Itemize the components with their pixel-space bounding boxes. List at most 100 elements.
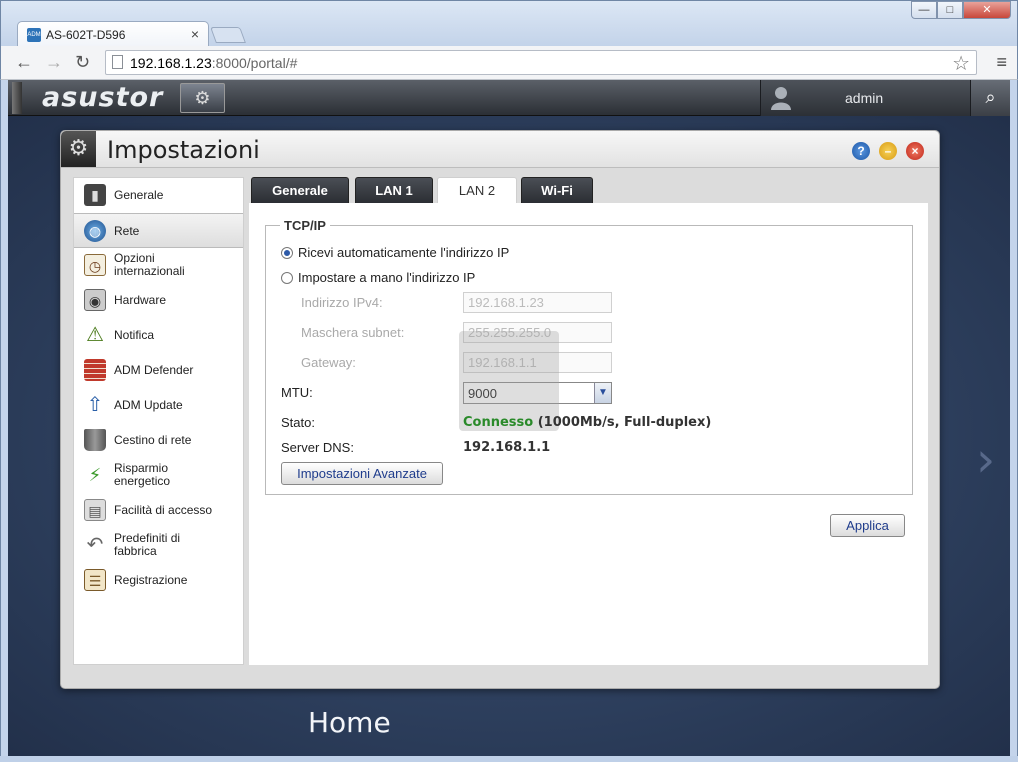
desktop-home-label: Home	[308, 706, 391, 739]
back-arrow-icon[interactable]: ←	[15, 52, 33, 73]
radio-auto-ip[interactable]: Ricevi automaticamente l'indirizzo IP	[281, 245, 509, 260]
dns-label: Server DNS:	[281, 440, 354, 455]
window-controls: — □ ✕	[911, 1, 1011, 19]
sidebar-item-notifica[interactable]: ⚠ Notifica	[74, 318, 243, 353]
sidebar-item-label: Registrazione	[114, 573, 188, 587]
sidebar-item-opzioni-internazionali[interactable]: ◷ Opzioni internazionali	[74, 248, 243, 283]
clipboard-icon: ☰	[84, 569, 106, 591]
forward-arrow-icon[interactable]: →	[45, 52, 63, 73]
address-bar[interactable]: 192.168.1.23:8000/portal/# ☆	[105, 50, 977, 75]
taskbar-grip	[12, 82, 22, 114]
user-menu[interactable]: admin	[760, 80, 970, 116]
ipv4-label: Indirizzo IPv4:	[301, 295, 383, 310]
calendar-clock-icon: ◷	[84, 254, 106, 276]
window-maximize-button[interactable]: □	[937, 1, 963, 19]
radio-button-checked[interactable]	[281, 247, 293, 259]
dns-value: 192.168.1.1	[463, 440, 551, 455]
minimize-icon[interactable]: –	[879, 142, 897, 160]
tab-close-icon[interactable]: ×	[191, 26, 199, 42]
browser-tab-title: AS-602T-D596	[46, 28, 126, 42]
printer-icon: ▤	[84, 499, 106, 521]
apply-button[interactable]: Applica	[830, 514, 905, 537]
advanced-settings-button[interactable]: Impostazioni Avanzate	[281, 462, 443, 485]
sidebar-item-label: Rete	[114, 224, 140, 238]
settings-window: ⚙ Impostazioni ? – × ▮ Generale ◍ Rete ◷…	[60, 130, 940, 689]
update-arrow-icon: ⇧	[86, 394, 104, 416]
browser-toolbar: ← → ↻ 192.168.1.23:8000/portal/# ☆ ≡	[0, 46, 1018, 80]
sidebar-item-label: Hardware	[114, 293, 167, 307]
ipv4-field[interactable]: 192.168.1.23	[463, 292, 612, 313]
settings-window-title: Impostazioni	[107, 136, 260, 164]
subnet-label: Maschera subnet:	[301, 325, 405, 340]
sidebar-item-generale[interactable]: ▮ Generale	[74, 178, 243, 213]
window-frame-bottom	[0, 756, 1018, 762]
sidebar-item-label: Predefiniti di fabbrica	[114, 531, 181, 558]
new-tab-button[interactable]	[210, 27, 246, 43]
radio-manual-ip[interactable]: Impostare a mano l'indirizzo IP	[281, 270, 475, 285]
sidebar-item-label: Generale	[114, 188, 164, 202]
sidebar-item-risparmio-energetico[interactable]: ⚡ Risparmio energetico	[74, 458, 243, 493]
globe-icon: ◍	[84, 220, 106, 242]
sidebar-item-label: ADM Update	[114, 398, 183, 412]
browser-tab[interactable]: ADM AS-602T-D596 ×	[17, 21, 209, 47]
close-icon[interactable]: ×	[906, 142, 924, 160]
sidebar-item-adm-defender[interactable]: ADM Defender	[74, 353, 243, 388]
lightning-icon: ⚡	[88, 465, 102, 485]
sidebar-item-hardware[interactable]: ◉ Hardware	[74, 283, 243, 318]
page-icon	[112, 55, 123, 69]
browser-titlebar: ADM AS-602T-D596 × — □ ✕	[0, 0, 1018, 47]
status-label: Stato:	[281, 415, 315, 430]
sidebar-item-rete[interactable]: ◍ Rete	[74, 213, 243, 248]
window-frame-left	[0, 80, 8, 762]
radio-auto-label: Ricevi automaticamente l'indirizzo IP	[298, 245, 510, 260]
adm-favicon-icon: ADM	[27, 28, 41, 42]
window-frame-right	[1010, 80, 1018, 762]
tcpip-legend: TCP/IP	[280, 218, 330, 233]
window-close-button[interactable]: ✕	[963, 1, 1011, 19]
adm-taskbar: asustor ⚙ admin ⌕	[8, 80, 1010, 116]
tab-lan-1[interactable]: LAN 1	[355, 177, 433, 203]
sidebar-item-adm-update[interactable]: ⇧ ADM Update	[74, 388, 243, 423]
settings-sidebar: ▮ Generale ◍ Rete ◷ Opzioni internaziona…	[73, 177, 244, 665]
server-icon: ▮	[84, 184, 106, 206]
sidebar-item-label: Facilità di accesso	[114, 503, 213, 517]
trash-icon	[84, 429, 106, 451]
asustor-logo: asustor	[42, 82, 164, 113]
settings-gears-icon: ⚙	[61, 131, 96, 167]
bookmark-star-icon[interactable]: ☆	[952, 51, 970, 76]
sidebar-item-label: Cestino di rete	[114, 433, 192, 447]
next-page-arrow-icon[interactable]: ›	[976, 432, 995, 488]
reload-icon[interactable]: ↻	[75, 52, 90, 73]
sidebar-item-facilita-di-accesso[interactable]: ▤ Facilità di accesso	[74, 493, 243, 528]
sidebar-item-label: Risparmio energetico	[114, 461, 171, 488]
settings-app-icon[interactable]: ⚙	[180, 83, 225, 113]
tab-lan-2[interactable]: LAN 2	[437, 177, 517, 203]
firewall-icon	[84, 359, 106, 381]
harddisk-icon: ◉	[84, 289, 106, 311]
radio-manual-label: Impostare a mano l'indirizzo IP	[298, 270, 476, 285]
undo-icon: ↶	[86, 534, 104, 556]
settings-window-header[interactable]: ⚙ Impostazioni ? – ×	[61, 131, 939, 168]
tab-wi-fi[interactable]: Wi-Fi	[521, 177, 593, 203]
sidebar-item-label: Opzioni internazionali	[114, 251, 185, 278]
username-label: admin	[845, 90, 884, 106]
search-icon[interactable]: ⌕	[970, 80, 1010, 116]
window-minimize-button[interactable]: —	[911, 1, 937, 19]
sidebar-item-label: ADM Defender	[114, 363, 194, 377]
radio-button-unchecked[interactable]	[281, 272, 293, 284]
sidebar-item-registrazione[interactable]: ☰ Registrazione	[74, 563, 243, 598]
tab-generale[interactable]: Generale	[251, 177, 349, 203]
address-url: 192.168.1.23:8000/portal/#	[130, 55, 298, 71]
sidebar-item-predefiniti-di-fabbrica[interactable]: ↶ Predefiniti di fabbrica	[74, 528, 243, 563]
status-value: Connesso (1000Mb/s, Full-duplex)	[463, 415, 712, 430]
warning-icon: ⚠	[86, 324, 104, 346]
tab-bar: Generale LAN 1 LAN 2 Wi-Fi	[249, 177, 928, 203]
user-icon	[771, 87, 791, 110]
gateway-label: Gateway:	[301, 355, 356, 370]
mtu-label: MTU:	[281, 385, 313, 400]
help-icon[interactable]: ?	[852, 142, 870, 160]
sidebar-item-label: Notifica	[114, 328, 155, 342]
sidebar-item-cestino-di-rete[interactable]: Cestino di rete	[74, 423, 243, 458]
chrome-menu-icon[interactable]: ≡	[996, 52, 1007, 73]
chevron-down-icon[interactable]: ▼	[594, 383, 611, 403]
